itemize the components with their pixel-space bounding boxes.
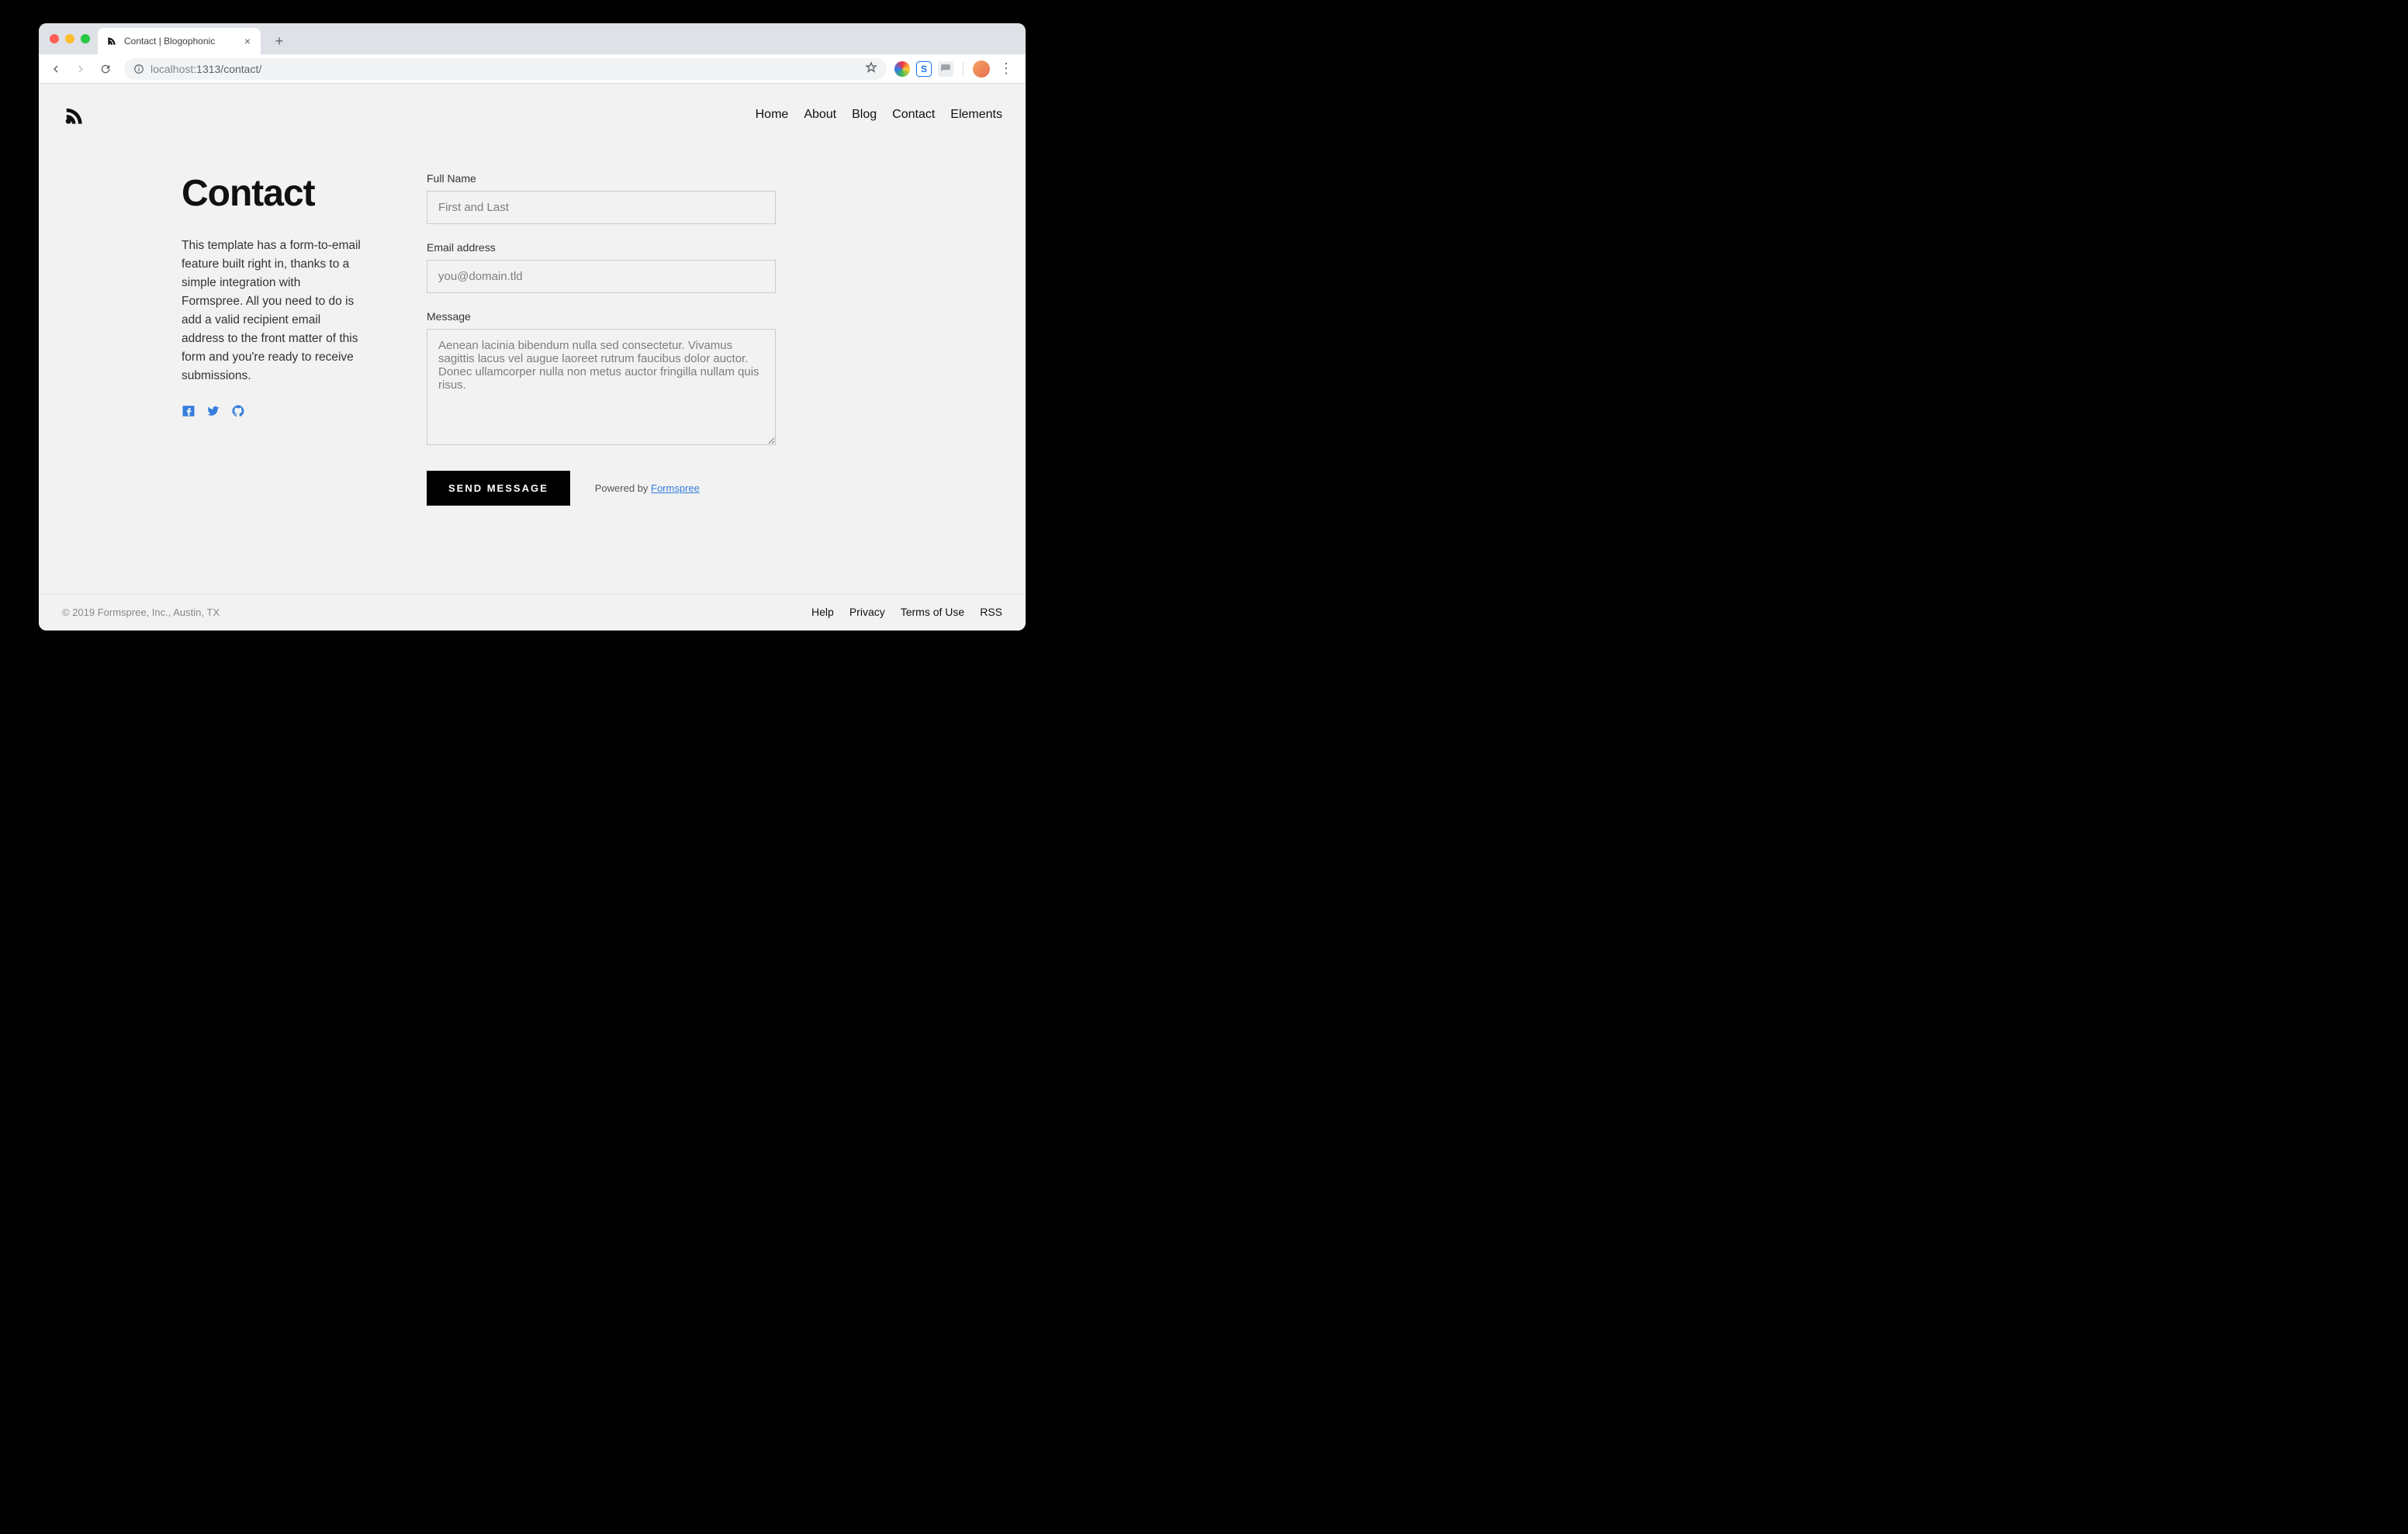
back-button[interactable] bbox=[45, 58, 67, 80]
bookmark-star-icon[interactable] bbox=[865, 61, 877, 76]
toolbar-divider bbox=[963, 62, 964, 76]
intro-column: Contact This template has a form-to-emai… bbox=[39, 172, 396, 631]
message-label: Message bbox=[427, 310, 776, 323]
window-controls bbox=[50, 34, 90, 43]
url-host-text: localhost bbox=[150, 63, 193, 75]
twitter-icon[interactable] bbox=[206, 404, 220, 422]
window-zoom-button[interactable] bbox=[81, 34, 90, 43]
forward-button[interactable] bbox=[70, 58, 92, 80]
page-content: Home About Blog Contact Elements Contact… bbox=[39, 84, 1026, 631]
tab-title: Contact | Blogophonic bbox=[124, 36, 236, 47]
window-minimize-button[interactable] bbox=[65, 34, 74, 43]
facebook-icon[interactable] bbox=[182, 404, 195, 422]
footer-link-terms[interactable]: Terms of Use bbox=[901, 606, 964, 618]
extension-icon[interactable] bbox=[938, 61, 953, 77]
site-header: Home About Blog Contact Elements bbox=[39, 84, 1026, 133]
main-content: Contact This template has a form-to-emai… bbox=[39, 133, 1026, 631]
browser-menu-icon[interactable]: ⋮ bbox=[996, 60, 1016, 77]
email-input[interactable] bbox=[427, 260, 776, 293]
nav-link-about[interactable]: About bbox=[804, 108, 836, 122]
site-footer: © 2019 Formspree, Inc., Austin, TX Help … bbox=[39, 594, 1026, 631]
url-path-text: :1313/contact/ bbox=[193, 63, 261, 75]
powered-prefix: Powered by bbox=[595, 482, 651, 494]
site-info-icon[interactable] bbox=[133, 64, 144, 74]
reload-button[interactable] bbox=[95, 58, 116, 80]
browser-window: Contact | Blogophonic × + localhost:1313… bbox=[39, 23, 1026, 631]
footer-nav: Help Privacy Terms of Use RSS bbox=[811, 606, 1002, 618]
tab-favicon-icon bbox=[106, 35, 118, 47]
browser-toolbar: localhost:1313/contact/ S ⋮ bbox=[39, 54, 1026, 84]
browser-tab-bar: Contact | Blogophonic × + bbox=[39, 23, 1026, 54]
submit-button[interactable]: SEND MESSAGE bbox=[427, 471, 570, 506]
intro-paragraph: This template has a form-to-email featur… bbox=[182, 237, 365, 385]
nav-link-elements[interactable]: Elements bbox=[950, 108, 1002, 122]
social-links bbox=[182, 404, 365, 422]
tab-close-icon[interactable]: × bbox=[242, 36, 253, 47]
name-input[interactable] bbox=[427, 191, 776, 224]
form-footer: SEND MESSAGE Powered by Formspree bbox=[427, 471, 776, 506]
profile-avatar[interactable] bbox=[973, 60, 990, 78]
contact-form: Full Name Email address Message SEND MES… bbox=[396, 172, 776, 631]
window-close-button[interactable] bbox=[50, 34, 59, 43]
footer-link-rss[interactable]: RSS bbox=[980, 606, 1002, 618]
nav-link-contact[interactable]: Contact bbox=[892, 108, 935, 122]
footer-link-help[interactable]: Help bbox=[811, 606, 834, 618]
nav-link-blog[interactable]: Blog bbox=[852, 108, 877, 122]
toolbar-extensions: S ⋮ bbox=[894, 60, 1019, 78]
copyright-text: © 2019 Formspree, Inc., Austin, TX bbox=[62, 606, 220, 618]
url-host: localhost:1313/contact/ bbox=[150, 63, 261, 75]
powered-by-text: Powered by Formspree bbox=[595, 482, 700, 494]
browser-tab[interactable]: Contact | Blogophonic × bbox=[98, 28, 261, 54]
formspree-link[interactable]: Formspree bbox=[651, 482, 700, 494]
extension-icon[interactable] bbox=[894, 61, 910, 77]
github-icon[interactable] bbox=[231, 404, 245, 422]
page-title: Contact bbox=[182, 172, 365, 215]
nav-link-home[interactable]: Home bbox=[756, 108, 789, 122]
main-nav: Home About Blog Contact Elements bbox=[756, 108, 1002, 122]
email-label: Email address bbox=[427, 241, 776, 254]
extension-icon[interactable]: S bbox=[916, 61, 932, 77]
name-label: Full Name bbox=[427, 172, 776, 185]
new-tab-button[interactable]: + bbox=[268, 30, 290, 52]
footer-link-privacy[interactable]: Privacy bbox=[849, 606, 885, 618]
address-bar[interactable]: localhost:1313/contact/ bbox=[124, 58, 887, 80]
message-textarea[interactable] bbox=[427, 329, 776, 445]
site-logo-icon[interactable] bbox=[62, 104, 84, 126]
